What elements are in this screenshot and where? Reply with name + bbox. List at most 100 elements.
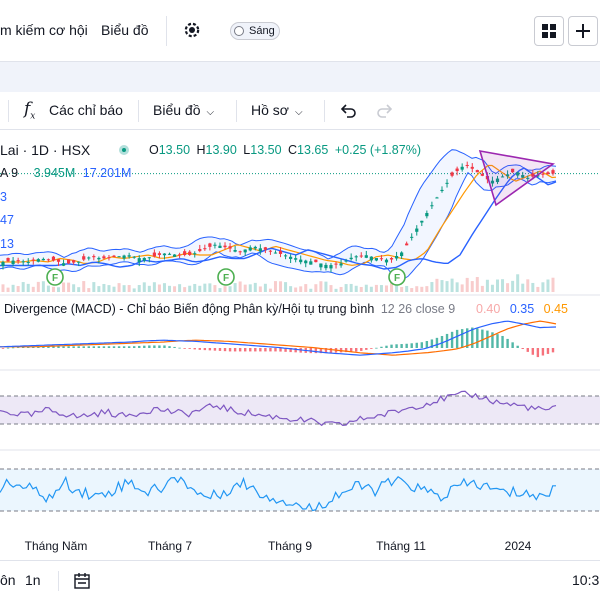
candle-body [460,166,464,170]
macd-histogram-bar [193,348,196,350]
undo-icon[interactable] [338,101,358,121]
market-status-dot-inner [122,148,126,152]
volume-bar [203,283,207,292]
candle-body [56,259,61,262]
candle-body [425,213,429,217]
volume-bar [107,285,111,292]
volume-bar [21,282,25,292]
candle-body [415,228,419,232]
candle-body [551,170,555,174]
candle-body [46,259,51,261]
macd-histogram-bar [208,348,212,351]
market-status-dot [119,145,129,155]
volume-bar [31,286,35,292]
candle-body [339,263,343,266]
macd-histogram-bar [460,329,464,348]
candle-body [344,260,348,262]
toolbar-divider [138,100,139,122]
volume-bar [178,284,182,292]
chart-type-label: Biểu đồ [153,102,201,118]
volume-bar [289,286,293,292]
volume-bar [516,274,520,292]
macd-histogram-bar [173,346,176,348]
macd-histogram-bar [395,344,398,348]
add-button[interactable] [568,16,598,46]
macd-histogram-bar [163,345,166,348]
candle-body [400,252,404,257]
candle-body [243,249,247,253]
range-button[interactable]: 1n [25,572,41,588]
chevron-down-icon: ⌵ [206,107,215,118]
macd-histogram-bar [238,348,242,352]
macd-histogram-bar [57,346,60,348]
candle-body [273,252,278,254]
volume-bar [213,285,217,292]
candle-body [278,251,283,254]
candle-body [349,257,353,260]
macd-histogram-bar [375,347,378,349]
indicators-button[interactable]: Các chỉ báo [49,102,123,118]
candle-body [137,258,141,263]
macd-histogram-bar [122,346,126,348]
macd-histogram-bar [546,348,550,354]
volume-bar [319,281,323,292]
side-value: 3 [0,190,7,204]
range-button[interactable]: ôn [0,572,16,588]
volume-bar [349,283,353,292]
volume-bar [57,287,61,292]
close-label: C [288,143,298,157]
price-chart[interactable]: F F F Tháng Năm Tháng 7 Tháng 9 Tháng 11 2024 [0,130,600,560]
candle-body [309,261,313,265]
volume-bar [344,284,348,292]
chart-type-dropdown[interactable]: Biểu đồ ⌵ [153,102,214,118]
nav-chart[interactable]: Biểu đồ [101,22,148,38]
volume-bar [248,284,252,292]
volume-bar [243,284,247,292]
candle-body [294,258,298,260]
macd-legend: Divergence (MACD) - Chỉ báo Biến động Ph… [4,302,455,316]
layout-grid-button[interactable] [534,16,564,46]
volume-bar [127,285,131,292]
theme-toggle-label: Sáng [249,25,275,37]
candle-body [364,255,368,258]
bottom-bar: ôn 1n 10:3 [0,560,600,600]
macd-histogram-bar [218,348,222,351]
ohlc-legend: O13.50 H13.90 L13.50 C13.65 +0.25 (+1.87… [149,143,421,157]
candle-body [82,256,86,260]
volume-bar [460,284,464,292]
candle-body [26,261,30,263]
volume-bar [97,286,101,292]
candle-body [61,263,66,266]
candle-body [455,168,459,172]
candle-body [208,243,212,247]
macd-histogram-bar [329,348,333,353]
volume-bar [400,286,404,292]
candle-body [167,253,172,255]
gear-icon[interactable] [182,20,202,40]
theme-toggle[interactable]: Sáng [230,22,280,40]
macd-histogram-bar [97,346,101,348]
volume-bar [294,287,298,292]
candle-body [374,258,378,261]
candle-body [162,253,167,256]
volume-bar [122,285,126,292]
volume-bar [490,284,494,292]
volume-bar [465,277,469,292]
volume-bar [208,283,212,292]
profile-dropdown[interactable]: Hồ sơ ⌵ [251,102,303,118]
candle-body [258,248,262,252]
macd-params: 12 26 close 9 [380,302,456,316]
candle-body [369,256,373,261]
candle-body [36,259,40,262]
calendar-range-icon[interactable] [72,571,92,591]
macd-histogram-bar [254,348,257,352]
candle-body [475,170,479,173]
signal-marker-label: F [394,273,400,284]
macd-histogram-bar [476,328,479,348]
indicators-icon[interactable]: fx [24,99,35,121]
redo-icon[interactable] [375,101,395,121]
side-value: 47 [0,213,14,227]
volume-bar [440,280,444,292]
candle-body [263,247,267,250]
nav-search-opportunities[interactable]: m kiếm cơ hội [0,22,88,38]
